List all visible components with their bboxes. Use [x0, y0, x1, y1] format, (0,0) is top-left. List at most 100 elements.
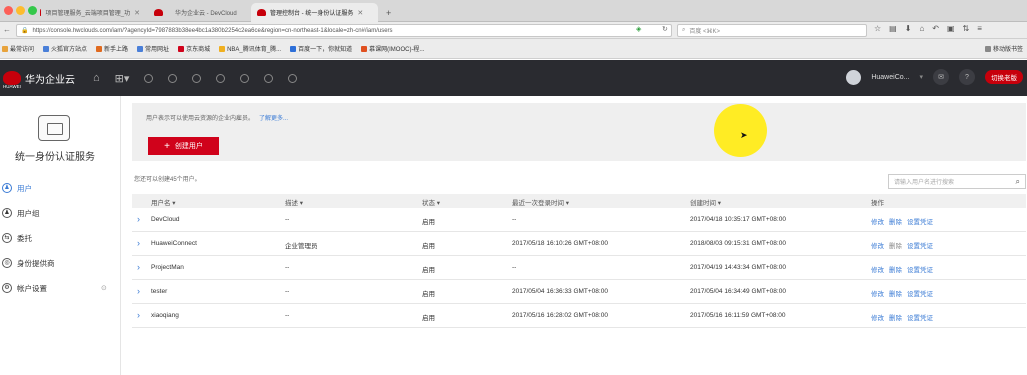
home-icon[interactable]: ⌂ [93, 72, 100, 84]
column-header-description[interactable]: 描述 ▾ [285, 197, 303, 207]
close-window-button[interactable] [4, 6, 13, 15]
edit-button[interactable]: 修改 [871, 315, 884, 322]
shield-icon[interactable]: ◈ [636, 25, 641, 33]
sidebar-item-identity-providers[interactable]: ◎ 身份提供商 [0, 253, 120, 273]
monitor-service-icon[interactable] [264, 73, 274, 83]
close-tab-icon[interactable]: ✕ [134, 9, 140, 17]
compute-service-icon[interactable] [144, 73, 154, 83]
menu-icon[interactable]: ≡ [977, 24, 982, 33]
new-tab-button[interactable]: + [380, 3, 398, 22]
tab-title: 华为企业云 - DevCloud [175, 11, 237, 17]
column-header-status[interactable]: 状态 ▾ [422, 197, 440, 207]
set-credentials-button[interactable]: 设置凭证 [907, 267, 933, 274]
set-credentials-button[interactable]: 设置凭证 [907, 219, 933, 226]
huawei-favicon-icon [154, 9, 163, 16]
expand-chevron-icon[interactable]: › [137, 286, 140, 296]
set-credentials-button[interactable]: 设置凭证 [907, 243, 933, 250]
back-arrow-icon[interactable]: ← [3, 25, 11, 34]
network-service-icon[interactable] [192, 73, 202, 83]
download-icon[interactable]: ⬇ [905, 24, 912, 33]
set-credentials-button[interactable]: 设置凭证 [907, 291, 933, 298]
bookmark-item[interactable]: 百度一下，你就知道 [290, 44, 352, 53]
table-row[interactable]: › HuaweiConnect 企业管理员 启用 2017/05/18 16:10:26… [132, 232, 1026, 256]
cell-username: xiaoqiang [151, 312, 179, 319]
edit-button[interactable]: 修改 [871, 291, 884, 298]
bookmark-item[interactable]: 慕课网(IMOOC)-程... [361, 44, 424, 53]
expand-chevron-icon[interactable]: › [137, 262, 140, 272]
iam-service-icon [38, 115, 70, 141]
new-tab-label: + [386, 7, 392, 18]
search-icon: ⌕ [682, 27, 686, 33]
database-service-icon[interactable] [216, 73, 226, 83]
service-list-icon[interactable]: ⊞▾ [115, 72, 130, 85]
bookmark-item[interactable]: 常用网址 [137, 44, 169, 53]
column-header-last-login[interactable]: 最近一次登录时间 ▾ [512, 197, 569, 207]
help-icon[interactable]: ? [959, 69, 975, 85]
history-icon[interactable]: ↶ [932, 24, 939, 33]
user-name[interactable]: HuaweiCo... [871, 74, 909, 81]
sidebar-item-account-settings[interactable]: ⚙ 帐户设置 ⊙ [0, 278, 120, 298]
bookmark-label: 新手上路 [104, 47, 129, 53]
table-row[interactable]: › xiaoqiang -- 启用 2017/05/16 16:28:02 GMT+08… [132, 304, 1026, 328]
delete-button[interactable]: 删除 [889, 219, 902, 226]
mail-icon[interactable]: ✉ [933, 69, 949, 85]
minimize-window-button[interactable] [16, 6, 25, 15]
delete-button[interactable]: 删除 [889, 267, 902, 274]
delete-button[interactable]: 删除 [889, 243, 902, 250]
edit-button[interactable]: 修改 [871, 219, 884, 226]
url-text: https://console.hwclouds.com/iam/?agency… [32, 27, 393, 34]
create-user-button[interactable]: + 创建用户 [148, 137, 219, 155]
switch-old-version-button[interactable]: 切换老版 [985, 70, 1023, 84]
sidebar-item-label: 用户组 [17, 208, 40, 218]
reading-list-icon[interactable]: ▤ [889, 24, 897, 33]
bookmark-item[interactable]: 新手上路 [96, 44, 128, 53]
mobile-bookmarks[interactable]: 移动版书签 [984, 44, 1023, 53]
column-header-created[interactable]: 创建时间 ▾ [690, 197, 721, 207]
delete-button[interactable]: 删除 [889, 315, 902, 322]
address-bar[interactable]: 🔒 https://console.hwclouds.com/iam/?agen… [16, 24, 672, 37]
table-row[interactable]: › tester -- 启用 2017/05/04 16:36:33 GMT+08:00… [132, 280, 1026, 304]
cell-username: tester [151, 288, 168, 295]
sidebar-item-delegation[interactable]: ⇆ 委托 [0, 228, 120, 248]
sidebar-item-label: 用户 [17, 183, 32, 193]
storage-service-icon[interactable] [168, 73, 178, 83]
chevron-down-icon[interactable]: ▾ [919, 73, 923, 81]
cell-status: 启用 [422, 243, 435, 250]
browser-tab[interactable]: 华为企业云 - DevCloud [148, 3, 250, 22]
extension-icon[interactable]: ▣ [947, 24, 955, 33]
cell-description: -- [285, 264, 290, 271]
edit-button[interactable]: 修改 [871, 243, 884, 250]
home-icon[interactable]: ⌂ [919, 24, 924, 33]
close-tab-icon[interactable]: ✕ [357, 9, 363, 17]
table-row[interactable]: › ProjectMan -- 启用 -- 2017/04/19 14:43:34 GMT… [132, 256, 1026, 280]
expand-chevron-icon[interactable]: › [137, 214, 140, 224]
edit-button[interactable]: 修改 [871, 267, 884, 274]
table-row[interactable]: › DevCloud -- 启用 -- 2017/04/18 10:35:17 GMT+0… [132, 208, 1026, 232]
column-header-username[interactable]: 用户名 ▾ [151, 197, 176, 207]
learn-more-link[interactable]: 了解更多... [259, 116, 288, 122]
delete-button[interactable]: 删除 [889, 291, 902, 298]
management-service-icon[interactable] [288, 73, 298, 83]
sidebar-item-users[interactable]: ♟ 用户 [0, 178, 120, 198]
reload-icon[interactable]: ↻ [662, 25, 668, 33]
search-icon[interactable]: ⌕ [1016, 177, 1020, 187]
sidebar-item-groups[interactable]: ♟ 用户组 [0, 203, 120, 223]
browser-tab[interactable]: 项目管理服务_云端项目管理_功 ✕ [34, 3, 146, 22]
user-search-input[interactable]: 请输入用户名进行搜索 ⌕ [888, 174, 1026, 189]
expand-chevron-icon[interactable]: › [137, 238, 140, 248]
star-icon[interactable]: ☆ [874, 24, 881, 33]
set-credentials-button[interactable]: 设置凭证 [907, 315, 933, 322]
browser-tab-active[interactable]: 管理控制台 - 统一身份认证服务 ✕ [251, 3, 378, 22]
expand-chevron-icon[interactable]: › [137, 310, 140, 320]
search-input[interactable]: ⌕ 百度 <⌘K> [677, 24, 867, 37]
security-service-icon[interactable] [240, 73, 250, 83]
avatar[interactable] [846, 69, 862, 85]
sync-icon[interactable]: ⇅ [963, 24, 970, 33]
cell-username: ProjectMan [151, 264, 184, 271]
bookmark-label: 常用网址 [145, 47, 170, 53]
bookmark-label: 京东商城 [186, 47, 211, 53]
bookmark-item[interactable]: 火狐官方站点 [43, 44, 87, 53]
bookmark-item[interactable]: 京东商城 [178, 44, 210, 53]
bookmark-item[interactable]: NBA_腾讯体育_腾... [219, 44, 281, 53]
bookmark-item[interactable]: 最常访问 [2, 44, 34, 53]
